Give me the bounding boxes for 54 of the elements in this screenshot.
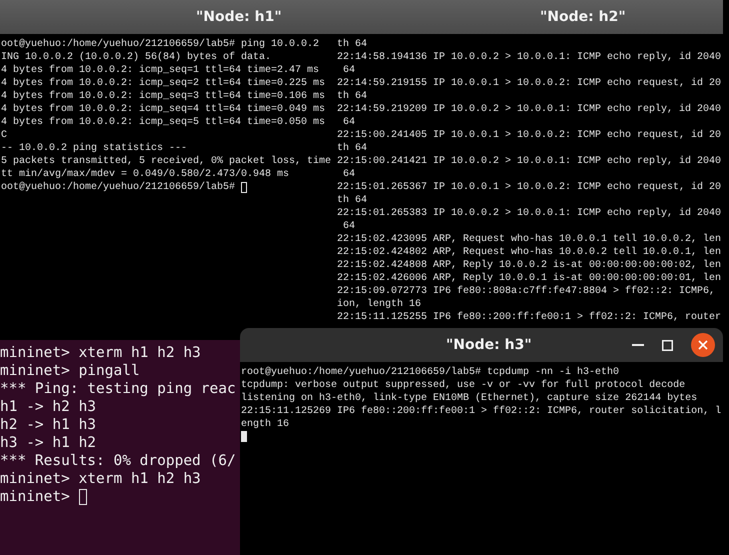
window-title: "Node: h2" [539, 9, 626, 25]
terminal-line: mininet> xterm h1 h2 h3 [0, 470, 201, 488]
terminal-line: th 64 [337, 38, 368, 51]
terminal-line: h1 -> h2 h3 [0, 398, 96, 416]
terminal-line: mininet> pingall [0, 362, 140, 380]
terminal-line: 4 bytes from 10.0.0.2: icmp_seq=5 ttl=64 time=0.050 ms [1, 116, 326, 129]
terminal-line: 64 [342, 64, 356, 77]
close-button[interactable] [691, 333, 715, 357]
terminal-line: oot@yuehuo:/home/yuehuo/212106659/lab5# ping 10.0.0.2 [1, 38, 320, 51]
terminal-line: 64 [342, 168, 356, 181]
terminal-line: 22:15:01.265367 IP 10.0.0.1 > 10.0.0.2: ICMP echo request, id 20 [337, 181, 722, 194]
terminal-line: 64 [342, 116, 356, 129]
terminal-line: 22:15:09.072773 IP6 fe80::808a:c7ff:fe47:8804 > ff02::2: ICMP6, [337, 285, 716, 298]
terminal-line: 22:15:01.265383 IP 10.0.0.2 > 10.0.0.1: ICMP echo reply, id 2040 [337, 207, 722, 220]
terminal-line: *** Ping: testing ping reac [0, 380, 236, 398]
terminal-line: 22:15:02.426006 ARP, Reply 10.0.0.1 is-at 00:00:00:00:00:01, len [337, 272, 722, 285]
terminal-line: 4 bytes from 10.0.0.2: icmp_seq=3 ttl=64 time=0.106 ms [1, 90, 326, 103]
terminal-line: -- 10.0.0.2 ping statistics --- [1, 142, 188, 155]
terminal-line: th 64 [337, 142, 368, 155]
terminal-line: 4 bytes from 10.0.0.2: icmp_seq=4 ttl=64 time=0.049 ms [1, 103, 326, 116]
terminal-line: tt min/avg/max/mdev = 0.049/0.580/2.473/0.948 ms [1, 168, 290, 181]
terminal-line: 22:15:11.125269 IP6 fe80::200:ff:fe00:1 > ff02::2: ICMP6, router solicitation, l [241, 405, 722, 418]
terminal-line: ength 16 [241, 418, 290, 431]
terminal-line: 22:14:59.219155 IP 10.0.0.1 > 10.0.0.2: ICMP echo request, id 20 [337, 77, 722, 90]
terminal-line: 22:15:02.424802 ARP, Request who-has 10.0.0.2 tell 10.0.0.1, len [337, 246, 722, 259]
terminal-line: 4 bytes from 10.0.0.2: icmp_seq=2 ttl=64 time=0.225 ms [1, 77, 326, 90]
window-title: "Node: h1" [195, 9, 282, 25]
terminal-line: 64 [342, 220, 356, 233]
terminal-line: th 64 [337, 90, 368, 103]
terminal-line: ion, length 16 [337, 298, 422, 311]
terminal-line: tcpdump: verbose output suppressed, use -v or -vv for full protocol decode [241, 379, 686, 392]
terminal-line: C [1, 129, 8, 142]
terminal-line: mininet> xterm h1 h2 h3 [0, 344, 201, 362]
terminal-line: th 64 [337, 194, 368, 207]
terminal-line: h3 -> h1 h2 [0, 434, 96, 452]
window-title: "Node: h3" [445, 337, 532, 353]
maximize-icon[interactable] [662, 340, 673, 350]
terminal-line: 22:14:59.219209 IP 10.0.0.2 > 10.0.0.1: ICMP echo reply, id 2040 [337, 103, 722, 116]
terminal-line: root@yuehuo:/home/yuehuo/212106659/lab5# tcpdump -nn -i h3-eth0 [241, 366, 620, 379]
terminal-line: 5 packets transmitted, 5 received, 0% packet loss, time [1, 155, 332, 168]
terminal-line: 22:14:58.194136 IP 10.0.0.2 > 10.0.0.1: ICMP echo reply, id 2040 [337, 51, 722, 64]
terminal-line: 22:15:00.241405 IP 10.0.0.1 > 10.0.0.2: ICMP echo request, id 20 [337, 129, 722, 142]
terminal-line: 22:15:02.423095 ARP, Request who-has 10.0.0.1 tell 10.0.0.2, len [337, 233, 722, 246]
terminal-prompt: mininet> [0, 488, 70, 506]
terminal-line: 22:15:00.241421 IP 10.0.0.2 > 10.0.0.1: ICMP echo reply, id 2040 [337, 155, 722, 168]
terminal-line: h2 -> h1 h3 [0, 416, 96, 434]
close-icon [698, 340, 708, 350]
terminal-line: 22:15:11.125255 IP6 fe80::200:ff:fe00:1 > ff02::2: ICMP6, router [337, 311, 722, 324]
terminal-line: *** Results: 0% dropped (6/ [0, 452, 236, 470]
terminal-line: listening on h3-eth0, link-type EN10MB (Ethernet), capture size 262144 bytes [241, 392, 698, 405]
terminal-line: 4 bytes from 10.0.0.2: icmp_seq=1 ttl=64 time=2.47 ms [1, 64, 320, 77]
terminal-line: ING 10.0.0.2 (10.0.0.2) 56(84) bytes of data. [1, 51, 272, 64]
terminal-line: 22:15:02.424808 ARP, Reply 10.0.0.2 is-at 00:00:00:00:00:02, len [337, 259, 722, 272]
terminal-prompt: oot@yuehuo:/home/yuehuo/212106659/lab5# [1, 181, 236, 194]
